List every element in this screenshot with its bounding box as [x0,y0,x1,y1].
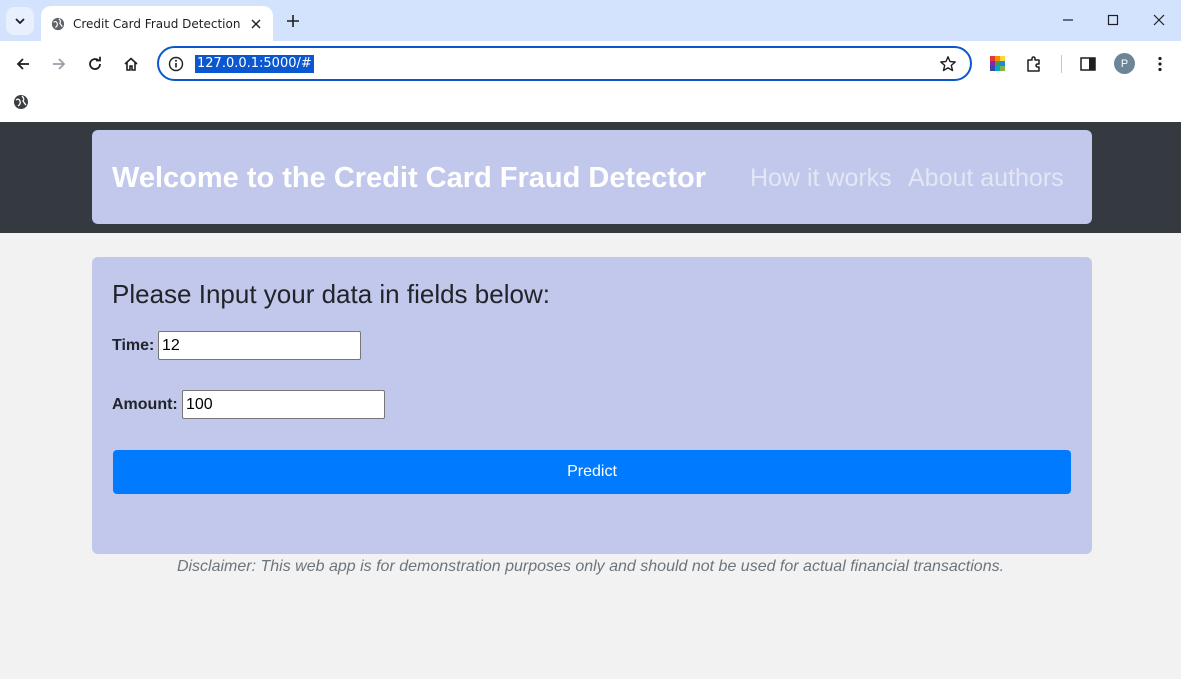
info-icon [168,56,184,72]
arrow-left-icon [16,58,29,70]
forward-button[interactable] [47,52,71,76]
star-icon [940,56,956,72]
navbar: Welcome to the Credit Card Fraud Detecto… [92,130,1092,224]
color-palette-icon [990,56,1005,71]
reload-icon [89,56,101,70]
tab-strip: Credit Card Fraud Detection [0,0,1181,41]
tab-close-button[interactable] [247,15,265,33]
predict-button[interactable]: Predict [113,450,1071,494]
home-icon [124,57,138,71]
maximize-button[interactable] [1101,8,1125,32]
home-button[interactable] [119,52,143,76]
extensions-button[interactable] [1023,53,1045,75]
page-header: Welcome to the Credit Card Fraud Detecto… [0,122,1181,233]
nav-link-about-authors[interactable]: About authors [908,164,1064,193]
reload-button[interactable] [83,52,107,76]
nav-link-how-it-works[interactable]: How it works [750,164,892,193]
chevron-down-icon [15,18,25,25]
form-title: Please Input your data in fields below: [112,279,550,309]
close-icon [251,19,261,28]
arrow-right-icon [53,58,66,70]
toolbar-divider [1061,55,1062,73]
puzzle-icon [1027,56,1040,72]
address-bar[interactable]: 127.0.0.1:5000/# [157,46,972,81]
menu-button[interactable] [1149,53,1171,75]
site-info-button[interactable] [167,55,185,73]
globe-icon[interactable] [13,94,29,110]
color-extension-button[interactable] [987,53,1009,75]
minimize-button[interactable] [1056,8,1080,32]
maximize-icon [1107,14,1119,26]
tab-title: Credit Card Fraud Detection [73,16,241,31]
back-button[interactable] [11,52,35,76]
minimize-icon [1063,19,1073,21]
new-tab-button[interactable] [282,10,304,32]
disclaimer-text: Disclaimer: This web app is for demonstr… [176,558,1005,575]
time-label: Time: [112,337,155,354]
bookmarks-bar [0,87,1181,122]
side-panel-button[interactable] [1077,53,1099,75]
tab-search-button[interactable] [6,7,34,35]
amount-label: Amount: [112,396,178,413]
window-close-button[interactable] [1147,8,1171,32]
browser-tab[interactable]: Credit Card Fraud Detection [41,6,273,41]
more-vert-icon [1158,56,1162,72]
browser-toolbar: 127.0.0.1:5000/# P [0,41,1181,87]
plus-icon [287,15,299,27]
time-input[interactable] [158,331,361,360]
globe-icon [51,17,65,30]
close-icon [1153,14,1165,26]
side-panel-icon [1080,57,1096,71]
bookmark-star-button[interactable] [938,54,958,74]
brand-title[interactable]: Welcome to the Credit Card Fraud Detecto… [112,162,706,195]
profile-avatar[interactable]: P [1114,53,1135,74]
url-text[interactable]: 127.0.0.1:5000/# [195,55,314,73]
amount-input[interactable] [182,390,385,419]
input-form-card: Please Input your data in fields below: … [92,257,1092,554]
